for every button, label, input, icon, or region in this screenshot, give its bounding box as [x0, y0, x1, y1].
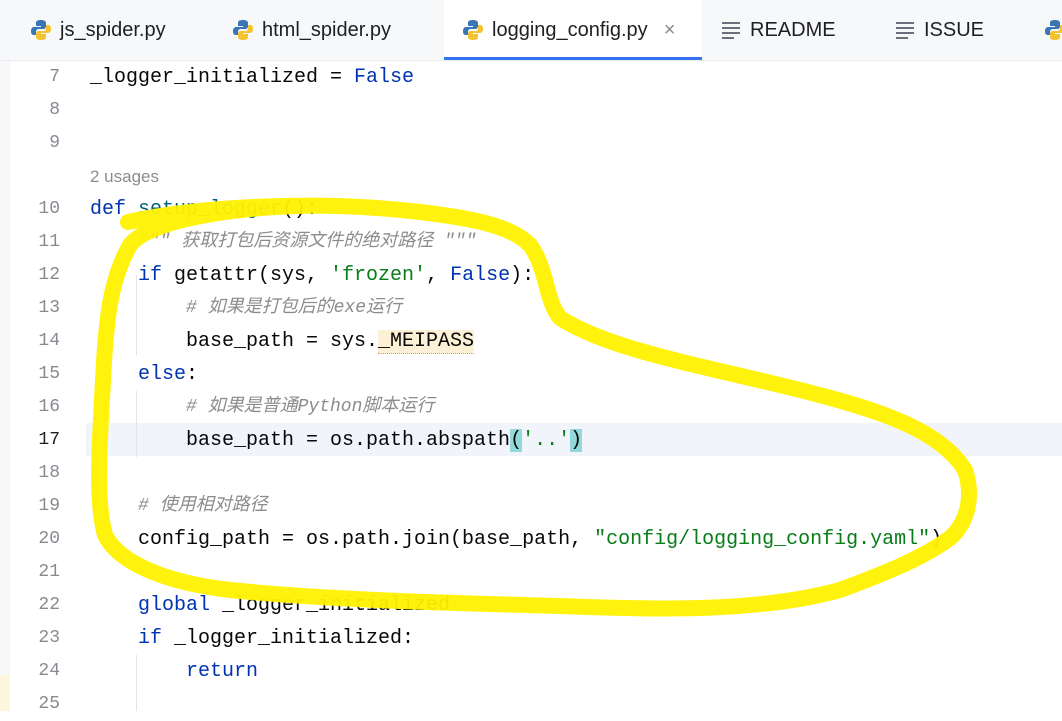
left-strip-marker — [0, 675, 10, 711]
indent-guide — [136, 655, 137, 711]
line-number: 22 — [38, 595, 60, 615]
python-icon — [30, 19, 52, 41]
line-number: 9 — [49, 133, 60, 153]
code-text-area[interactable]: _logger_initialized = False 2 usages def… — [90, 61, 1062, 711]
code-token: , — [426, 264, 451, 287]
code-token: global — [138, 594, 223, 617]
python-icon — [462, 19, 484, 41]
matched-brace: ) — [570, 429, 583, 452]
line-number: 11 — [38, 232, 60, 252]
code-line-12[interactable]: if getattr(sys, 'frozen', False): — [138, 259, 534, 292]
code-token: ): — [510, 264, 535, 287]
tab-js-spider[interactable]: js_spider.py — [30, 0, 220, 60]
tab-logging-config[interactable]: logging_config.py × — [444, 0, 702, 60]
line-number: 24 — [38, 661, 60, 681]
text-lines-icon — [722, 19, 740, 41]
code-line-16[interactable]: # 如果是普通Python脚本运行 — [186, 391, 434, 424]
code-line-22[interactable]: global _logger_initialized — [138, 589, 450, 622]
code-token: False — [354, 66, 415, 89]
code-token: '..' — [522, 429, 571, 452]
line-number-current: 17 — [38, 430, 60, 450]
code-token: False — [450, 264, 511, 287]
line-number: 16 — [38, 397, 60, 417]
code-token: if — [138, 264, 175, 287]
line-number: 12 — [38, 265, 60, 285]
code-token: getattr(sys, — [174, 264, 331, 287]
tab-overflow-python[interactable] — [1044, 0, 1062, 60]
line-number: 21 — [38, 562, 60, 582]
line-number: 19 — [38, 496, 60, 516]
code-token: 'frozen' — [330, 264, 427, 287]
code-token: base_path = os.path.abspath — [186, 429, 511, 452]
python-icon — [232, 19, 254, 41]
code-line-15[interactable]: else: — [138, 358, 198, 391]
tab-html-spider[interactable]: html_spider.py — [232, 0, 432, 60]
code-line-7[interactable]: _logger_initialized = False — [90, 61, 414, 94]
code-token: (): — [282, 198, 319, 221]
line-number: 15 — [38, 364, 60, 384]
code-line-13[interactable]: # 如果是打包后的exe运行 — [186, 292, 402, 325]
code-token: ) — [930, 528, 943, 551]
code-line-19[interactable]: # 使用相对路径 — [138, 490, 268, 523]
text-lines-icon — [896, 19, 914, 41]
line-number: 7 — [49, 67, 60, 87]
line-number: 14 — [38, 331, 60, 351]
code-token: _logger_initialized — [222, 594, 451, 617]
code-line-11[interactable]: """ 获取打包后资源文件的绝对路径 """ — [138, 226, 476, 259]
tab-readme[interactable]: README — [722, 0, 872, 60]
code-token: def — [90, 198, 139, 221]
tab-label: logging_config.py — [492, 18, 648, 41]
usages-hint[interactable]: 2 usages — [90, 160, 159, 193]
code-editor[interactable]: 7 8 9 10 11 12 13 14 15 16 17 18 19 20 2… — [0, 61, 1062, 714]
indent-guide — [136, 275, 137, 355]
code-token: return — [186, 660, 259, 683]
code-line-24[interactable]: return — [186, 655, 258, 688]
editor-tab-bar: js_spider.py html_spider.py logging_conf… — [0, 0, 1062, 61]
code-token: _logger_initialized = — [90, 66, 355, 89]
line-number: 23 — [38, 628, 60, 648]
code-token: else — [138, 363, 187, 386]
code-token: : — [186, 363, 199, 386]
line-number: 8 — [49, 100, 60, 120]
code-token: config_path = os.path.join(base_path, — [138, 528, 595, 551]
line-number: 10 — [38, 199, 60, 219]
indent-guide — [136, 391, 137, 457]
line-number: 20 — [38, 529, 60, 549]
code-line-23[interactable]: if _logger_initialized: — [138, 622, 414, 655]
tab-issue[interactable]: ISSUE — [896, 0, 1016, 60]
code-token: base_path = sys. — [186, 330, 379, 353]
code-line-10[interactable]: def setup_logger(): — [90, 193, 318, 226]
line-number: 13 — [38, 298, 60, 318]
code-token: setup_logger — [138, 198, 283, 221]
code-token: "config/logging_config.yaml" — [594, 528, 931, 551]
line-number: 18 — [38, 463, 60, 483]
close-tab-icon[interactable]: × — [664, 19, 676, 42]
tab-label: ISSUE — [924, 18, 985, 41]
code-token-warning: _MEIPASS — [378, 330, 475, 354]
code-token: if — [138, 627, 175, 650]
code-token: _logger_initialized: — [174, 627, 415, 650]
line-number: 25 — [38, 694, 60, 714]
matched-brace: ( — [510, 429, 523, 452]
code-line-20[interactable]: config_path = os.path.join(base_path, "c… — [138, 523, 942, 556]
left-tool-strip — [0, 61, 10, 711]
tab-label: js_spider.py — [60, 18, 166, 41]
tab-label: README — [750, 18, 836, 41]
line-number-gutter: 7 8 9 10 11 12 13 14 15 16 17 18 19 20 2… — [10, 61, 86, 714]
code-line-17[interactable]: base_path = os.path.abspath('..') — [186, 424, 583, 457]
tab-label: html_spider.py — [262, 18, 391, 41]
python-icon — [1044, 19, 1062, 41]
code-line-14[interactable]: base_path = sys._MEIPASS — [186, 325, 475, 358]
